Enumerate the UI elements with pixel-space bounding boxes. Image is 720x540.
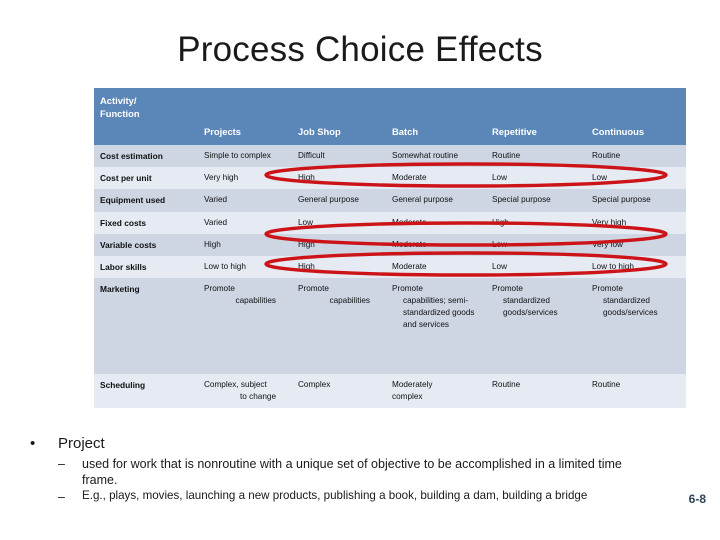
cell-equipment-used-projects: Varied bbox=[198, 189, 292, 212]
cell-scheduling-job-shop: Complex bbox=[292, 374, 386, 408]
table-row: Fixed costs Varied Low Moderate High Ver… bbox=[94, 211, 686, 234]
cell-fixed-costs-job-shop: Low bbox=[292, 211, 386, 234]
cell-fixed-costs-continuous: Very high bbox=[586, 211, 686, 234]
bullet-item-project: • Project bbox=[0, 435, 720, 454]
cell-cost-per-unit-job-shop: High bbox=[292, 167, 386, 190]
table-header-row: Activity/ Function Projects Job Shop Bat… bbox=[94, 88, 686, 145]
row-label-cost-estimation: Cost estimation bbox=[94, 145, 198, 168]
row-label-equipment-used: Equipment used bbox=[94, 189, 198, 212]
row-label-variable-costs: Variable costs bbox=[94, 233, 198, 256]
row-label-scheduling: Scheduling bbox=[94, 374, 198, 408]
cell-scheduling-batch: Moderately complex bbox=[386, 374, 486, 408]
cell-marketing-projects: Promote capabilities bbox=[198, 278, 292, 375]
cell-scheduling-repetitive: Routine bbox=[486, 374, 586, 408]
slide-page-number: 6-8 bbox=[688, 492, 706, 506]
cell-marketing-batch: Promote capabilities; semi-standardized … bbox=[386, 278, 486, 375]
table-row: Cost per unit Very high High Moderate Lo… bbox=[94, 167, 686, 190]
column-header-continuous: Continuous bbox=[586, 88, 686, 145]
cell-fixed-costs-projects: Varied bbox=[198, 211, 292, 234]
cell-labor-skills-batch: Moderate bbox=[386, 255, 486, 279]
cell-fixed-costs-repetitive: High bbox=[486, 211, 586, 234]
cell-marketing-job-shop: Promote capabilities bbox=[292, 278, 386, 375]
bullet-list: • Project – used for work that is nonrou… bbox=[0, 435, 720, 505]
cell-variable-costs-projects: High bbox=[198, 233, 292, 256]
cell-cost-estimation-job-shop: Difficult bbox=[292, 145, 386, 168]
table-row: Equipment used Varied General purpose Ge… bbox=[94, 189, 686, 212]
cell-cost-estimation-batch: Somewhat routine bbox=[386, 145, 486, 168]
cell-labor-skills-job-shop: High bbox=[292, 255, 386, 279]
table-row: Cost estimation Simple to complex Diffic… bbox=[94, 145, 686, 168]
cell-cost-per-unit-repetitive: Low bbox=[486, 167, 586, 190]
cell-labor-skills-continuous: Low to high bbox=[586, 255, 686, 279]
table-row: Variable costs High High Moderate Low Ve… bbox=[94, 233, 686, 256]
column-header-line2: Function bbox=[100, 107, 140, 119]
table-row: Scheduling Complex, subject to change Co… bbox=[94, 374, 686, 408]
row-label-marketing: Marketing bbox=[94, 278, 198, 375]
bullet-marker: – bbox=[58, 489, 65, 504]
column-header-repetitive: Repetitive bbox=[486, 88, 586, 145]
bullet-text: Project bbox=[58, 435, 105, 452]
bullet-text: used for work that is nonroutine with a … bbox=[82, 456, 622, 487]
cell-variable-costs-batch: Moderate bbox=[386, 233, 486, 256]
cell-marketing-repetitive: Promote standardized goods/services bbox=[486, 278, 586, 375]
cell-cost-per-unit-projects: Very high bbox=[198, 167, 292, 190]
bullet-marker: – bbox=[58, 456, 65, 471]
cell-equipment-used-repetitive: Special purpose bbox=[486, 189, 586, 212]
cell-cost-estimation-projects: Simple to complex bbox=[198, 145, 292, 168]
column-header-batch: Batch bbox=[386, 88, 486, 145]
row-label-fixed-costs: Fixed costs bbox=[94, 211, 198, 234]
cell-equipment-used-batch: General purpose bbox=[386, 189, 486, 212]
row-label-labor-skills: Labor skills bbox=[94, 255, 198, 279]
bullet-marker: • bbox=[30, 435, 36, 452]
page-title: Process Choice Effects bbox=[177, 30, 543, 69]
cell-labor-skills-projects: Low to high bbox=[198, 255, 292, 279]
cell-variable-costs-continuous: Very low bbox=[586, 233, 686, 256]
table-body: Cost estimation Simple to complex Diffic… bbox=[94, 145, 686, 408]
cell-scheduling-continuous: Routine bbox=[586, 374, 686, 408]
cell-labor-skills-repetitive: Low bbox=[486, 255, 586, 279]
cell-cost-per-unit-continuous: Low bbox=[586, 167, 686, 190]
table-row: Marketing Promote capabilities Promote c… bbox=[94, 278, 686, 375]
process-choice-effects-table: Activity/ Function Projects Job Shop Bat… bbox=[94, 88, 686, 408]
bullet-item-project-examples: – E.g., plays, movies, launching a new p… bbox=[0, 489, 720, 504]
cell-marketing-continuous: Promote standardized goods/services bbox=[586, 278, 686, 375]
bullet-text: E.g., plays, movies, launching a new pro… bbox=[82, 488, 588, 502]
table-row: Labor skills Low to high High Moderate L… bbox=[94, 255, 686, 279]
row-label-cost-per-unit: Cost per unit bbox=[94, 167, 198, 190]
cell-cost-estimation-repetitive: Routine bbox=[486, 145, 586, 168]
table-header: Activity/ Function Projects Job Shop Bat… bbox=[94, 88, 686, 145]
cell-cost-per-unit-batch: Moderate bbox=[386, 167, 486, 190]
column-header-line1: Activity/ bbox=[100, 95, 137, 106]
cell-fixed-costs-batch: Moderate bbox=[386, 211, 486, 234]
cell-scheduling-projects: Complex, subject to change bbox=[198, 374, 292, 408]
cell-variable-costs-job-shop: High bbox=[292, 233, 386, 256]
column-header-projects: Projects bbox=[198, 88, 292, 145]
cell-cost-estimation-continuous: Routine bbox=[586, 145, 686, 168]
cell-variable-costs-repetitive: Low bbox=[486, 233, 586, 256]
column-header-activity-function: Activity/ Function bbox=[94, 88, 198, 145]
bullet-item-project-definition: – used for work that is nonroutine with … bbox=[0, 456, 720, 488]
column-header-job-shop: Job Shop bbox=[292, 88, 386, 145]
cell-equipment-used-job-shop: General purpose bbox=[292, 189, 386, 212]
cell-equipment-used-continuous: Special purpose bbox=[586, 189, 686, 212]
